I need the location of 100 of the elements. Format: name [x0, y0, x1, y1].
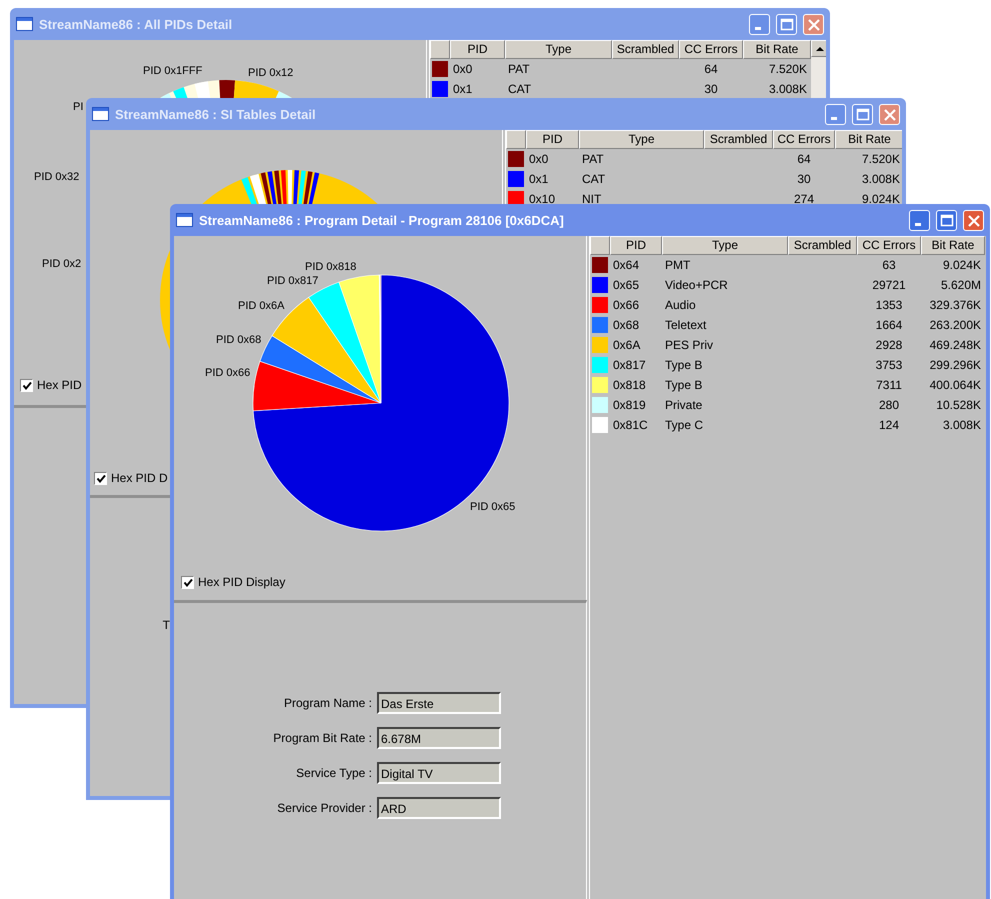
column-header[interactable]: Type: [579, 130, 704, 149]
close-button[interactable]: [963, 210, 984, 230]
table-cell-text: 1353: [874, 298, 904, 312]
field-label: T: [162, 618, 170, 632]
table-cell-text: 7.520K: [860, 152, 901, 166]
table-cell-text: 0x66: [612, 298, 640, 312]
table-cell-text: 469.248K: [928, 338, 982, 352]
pie-label: PID 0x12: [248, 67, 294, 79]
hex-pid-checkbox[interactable]: Hex PID Display: [181, 575, 286, 589]
pie-label: PID 0x68: [216, 334, 262, 346]
table-cell-text: 0x6A: [612, 338, 642, 352]
field-label: Program Bit Rate :: [272, 731, 372, 745]
table-cell-text: NIT: [581, 192, 602, 206]
scroll-up-icon[interactable]: [811, 40, 826, 57]
field-label: Service Type :: [295, 766, 372, 780]
table-cell-text: PAT: [581, 152, 605, 166]
table-cell-text: 29721: [871, 278, 907, 292]
table-cell-text: PMT: [664, 258, 692, 272]
pie-label: PID 0x1FFF: [143, 65, 202, 77]
table-cell-text: 2928: [874, 338, 904, 352]
column-header[interactable]: Scrambled: [704, 130, 773, 149]
maximize-button[interactable]: [936, 210, 957, 230]
table-cell-text: Type B: [664, 358, 704, 372]
column-header[interactable]: PID: [610, 236, 662, 255]
column-header[interactable]: Type: [662, 236, 788, 255]
maximize-button[interactable]: [776, 14, 797, 34]
text-field[interactable]: Digital TV: [377, 762, 501, 784]
table-cell-text: 5.620M: [940, 278, 982, 292]
hex-pid-checkbox[interactable]: Hex PID: [20, 378, 82, 392]
checkbox-icon[interactable]: [20, 378, 33, 392]
table-cell-text: 30: [703, 82, 719, 96]
column-header[interactable]: Bit Rate: [921, 236, 985, 255]
column-header[interactable]: PID: [526, 130, 579, 149]
color-column-header[interactable]: [590, 236, 610, 255]
column-header[interactable]: Bit Rate: [835, 130, 902, 149]
table-cell-text: Type C: [664, 418, 704, 432]
table-cell-text: 0x819: [612, 398, 647, 412]
table-cell-text: 10.528K: [935, 398, 982, 412]
table-cell-text: 0x1: [452, 82, 474, 96]
column-header[interactable]: CC Errors: [773, 130, 835, 149]
pie-label: PID 0x2: [42, 258, 82, 270]
table-cell-text: 7311: [875, 378, 903, 392]
column-header[interactable]: CC Errors: [857, 236, 921, 255]
close-button[interactable]: [879, 104, 900, 124]
table-cell-text: Private: [664, 398, 704, 412]
table-cell-text: 0x68: [612, 318, 640, 332]
text-field[interactable]: Das Erste: [377, 692, 501, 714]
column-header[interactable]: CC Errors: [679, 40, 743, 59]
column-header[interactable]: PID: [450, 40, 505, 59]
table-cell-text: 0x0: [452, 62, 474, 76]
table-cell-text: 9.024K: [860, 192, 901, 206]
table-cell-text: 274: [792, 192, 816, 206]
table-cell-text: 9.024K: [942, 258, 982, 272]
table-cell-text: 124: [878, 418, 900, 432]
column-header[interactable]: Scrambled: [788, 236, 857, 255]
text-field[interactable]: ARD: [377, 797, 501, 819]
table-cell-text: Type B: [664, 378, 704, 392]
table-cell-text: 400.064K: [928, 378, 982, 392]
hex-pid-checkbox[interactable]: Hex PID D: [94, 471, 168, 485]
table-cell-text: Audio: [664, 298, 697, 312]
table-cell-text: PAT: [507, 62, 531, 76]
maximize-button[interactable]: [852, 104, 873, 124]
column-header[interactable]: Bit Rate: [743, 40, 811, 59]
column-header[interactable]: Scrambled: [612, 40, 679, 59]
table-cell-text: 0x64: [612, 258, 640, 272]
table-cell-text: 0x1: [528, 172, 550, 186]
table-cell-text: 0x81C: [612, 418, 649, 432]
text-field[interactable]: 6.678M: [377, 727, 501, 749]
color-column-header[interactable]: [430, 40, 450, 59]
window-icon[interactable]: [92, 107, 109, 121]
table-cell-text: 64: [796, 152, 812, 166]
table-cell-text: 280: [878, 398, 900, 412]
checkbox-icon[interactable]: [94, 472, 107, 484]
table-cell-text: 1664: [874, 318, 904, 332]
checkbox-icon[interactable]: [181, 576, 194, 588]
window-icon[interactable]: [176, 213, 193, 227]
minimize-button[interactable]: [749, 14, 770, 34]
close-button[interactable]: [803, 14, 824, 34]
minimize-button[interactable]: [825, 104, 846, 124]
pie-label: PID 0x6A: [238, 300, 284, 312]
field-label: Service Provider :: [276, 801, 372, 815]
color-column-header[interactable]: [506, 130, 526, 149]
table-cell-text: 7.520K: [768, 62, 808, 76]
table-cell-text: 3.008K: [768, 82, 808, 96]
scrollbar[interactable]: [811, 40, 826, 98]
window-icon[interactable]: [16, 17, 33, 31]
column-header[interactable]: Type: [505, 40, 612, 59]
table-cell-text: 63: [881, 258, 897, 272]
pie-label: PID 0x32: [34, 171, 80, 183]
table-cell-text: 3753: [874, 358, 904, 372]
table-cell-text: 0x65: [612, 278, 640, 292]
table-cell-text: 30: [796, 172, 812, 186]
table-cell-text: CAT: [507, 82, 532, 96]
table-cell-text: 0x817: [612, 358, 647, 372]
table-cell-text: Teletext: [664, 318, 708, 332]
minimize-button[interactable]: [909, 210, 930, 230]
table-cell-text: 299.296K: [928, 358, 982, 372]
table-cell-text: 3.008K: [860, 172, 901, 186]
table-cell-text: PES Priv: [664, 338, 714, 352]
table-cell-text: 0x10: [528, 192, 556, 206]
